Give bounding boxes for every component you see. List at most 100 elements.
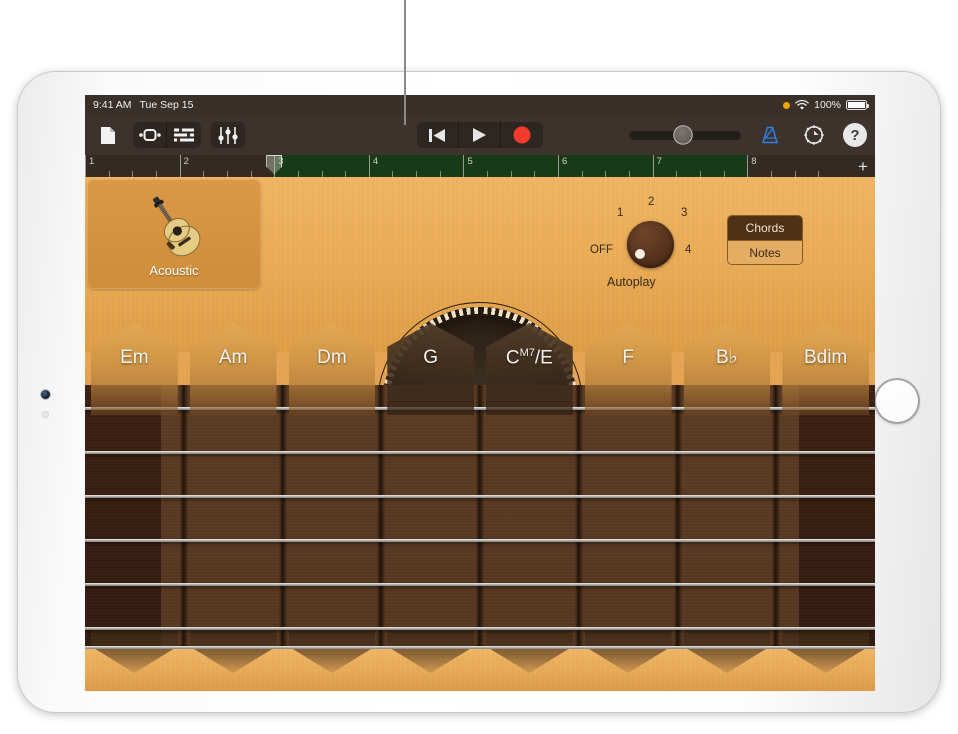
rewind-button[interactable]	[417, 122, 459, 148]
chord-label: CM7/E	[506, 347, 553, 387]
my-songs-button[interactable]	[93, 122, 123, 148]
status-bar-right: 100%	[783, 99, 867, 111]
chord-label: F	[622, 347, 634, 387]
play-button[interactable]	[459, 122, 501, 148]
autoplay-option-2[interactable]: 2	[648, 196, 654, 208]
ruler-bar-label: 2	[184, 156, 189, 167]
ruler-bar-label: 1	[89, 156, 94, 167]
metronome-button[interactable]	[755, 122, 785, 148]
ruler-bar-label: 6	[562, 156, 567, 167]
instrument-card[interactable]: Acoustic	[87, 179, 261, 289]
chevron-shape	[486, 627, 573, 673]
ambient-sensor-icon	[43, 412, 48, 417]
mode-option-chords[interactable]: Chords	[728, 216, 802, 240]
record-icon	[513, 126, 531, 144]
autoplay-label: Autoplay	[607, 275, 656, 289]
autoplay-option-off[interactable]: OFF	[590, 244, 613, 256]
fret-column[interactable]	[283, 385, 382, 649]
autoplay-knob[interactable]	[627, 221, 674, 268]
settings-button[interactable]	[799, 122, 829, 148]
battery-full-icon	[846, 100, 867, 110]
sound-board-chevron	[480, 649, 579, 691]
play-icon	[472, 127, 487, 143]
autoplay-control: OFF 1 2 3 4 Autoplay	[593, 199, 711, 299]
autoplay-option-1[interactable]: 1	[617, 207, 623, 219]
fretboard[interactable]	[85, 385, 875, 649]
ruler-bar-label: 5	[467, 156, 472, 167]
chord-button[interactable]: Am	[184, 315, 283, 387]
track-view-icon	[174, 128, 194, 142]
chord-button[interactable]: Bdim	[776, 315, 875, 387]
chevron-shape	[684, 627, 771, 673]
sound-board-chevron	[184, 649, 283, 691]
chevron-shape	[782, 627, 869, 673]
autoplay-option-4[interactable]: 4	[685, 244, 691, 256]
guitar-string[interactable]	[85, 627, 875, 630]
master-volume-slider[interactable]	[629, 131, 741, 140]
chord-button[interactable]: F	[579, 315, 678, 387]
ruler-bar-label: 7	[657, 156, 662, 167]
loop-browser-button[interactable]	[133, 122, 167, 148]
status-date: Tue Sep 15	[140, 99, 194, 111]
chords-notes-switch: Chords Notes	[727, 215, 803, 265]
volume-slider-thumb[interactable]	[674, 127, 691, 144]
ruler-bar-1: 1	[85, 155, 86, 177]
guitar-instrument: Acoustic OFF 1 2 3 4 Autoplay Chords Not…	[85, 177, 875, 691]
fret-column[interactable]	[678, 385, 777, 649]
chord-quality-superscript: M7	[520, 347, 535, 359]
track-view-button[interactable]	[167, 122, 201, 148]
help-button[interactable]: ?	[843, 123, 867, 147]
ruler-bar-2: 2	[180, 155, 181, 177]
ruler-bar-7: 7	[653, 155, 654, 177]
sound-board-chevron	[678, 649, 777, 691]
chord-button[interactable]: Em	[85, 315, 184, 387]
callout-line	[404, 0, 406, 125]
ruler-bar-5: 5	[463, 155, 464, 177]
wifi-icon	[795, 100, 809, 111]
guitar-string[interactable]	[85, 539, 875, 542]
chevron-shape	[190, 627, 277, 673]
mixer-button[interactable]	[211, 122, 245, 148]
toolbar-left-group	[93, 122, 245, 148]
sound-board-chevron	[776, 649, 875, 691]
mixer-sliders-icon	[218, 127, 238, 144]
acoustic-guitar-icon	[135, 191, 213, 261]
status-bar: 9:41 AM Tue Sep 15 100%	[85, 95, 875, 115]
guitar-string[interactable]	[85, 451, 875, 454]
loop-browser-icon	[139, 128, 161, 142]
fret-column[interactable]	[480, 385, 579, 649]
add-track-label: +	[858, 158, 868, 175]
chevron-shape	[585, 627, 672, 673]
fret-column[interactable]	[579, 385, 678, 649]
autoplay-option-3[interactable]: 3	[681, 207, 687, 219]
fret-column[interactable]	[381, 385, 480, 649]
bottom-string	[85, 646, 875, 649]
metronome-icon	[760, 125, 780, 145]
instrument-card-label: Acoustic	[149, 263, 198, 278]
chord-button[interactable]: B♭	[678, 315, 777, 387]
rewind-to-start-icon	[429, 128, 446, 143]
add-track-button[interactable]: +	[854, 157, 872, 175]
sound-board-chevron	[579, 649, 678, 691]
timeline-ruler[interactable]: 12345678 +	[85, 155, 875, 177]
chord-button[interactable]: CM7/E	[480, 315, 579, 387]
chord-button[interactable]: G	[381, 315, 480, 387]
toolbar: ?	[85, 115, 875, 155]
chevron-shape	[289, 627, 376, 673]
help-label: ?	[850, 127, 859, 144]
chord-label: Dm	[317, 347, 347, 387]
ruler-bar-label: 8	[751, 156, 756, 167]
ipad-screen: 9:41 AM Tue Sep 15 100%	[85, 95, 875, 691]
guitar-string[interactable]	[85, 583, 875, 586]
guitar-string[interactable]	[85, 495, 875, 498]
ipad-device: 9:41 AM Tue Sep 15 100%	[18, 72, 940, 712]
ruler-bar-4: 4	[369, 155, 370, 177]
chord-button[interactable]: Dm	[283, 315, 382, 387]
chord-label: Em	[120, 347, 149, 387]
home-button[interactable]	[874, 378, 920, 424]
record-button[interactable]	[501, 122, 543, 148]
fret-column[interactable]	[184, 385, 283, 649]
mode-option-notes[interactable]: Notes	[728, 240, 802, 264]
ruler-bar-6: 6	[558, 155, 559, 177]
gear-icon	[803, 124, 825, 146]
